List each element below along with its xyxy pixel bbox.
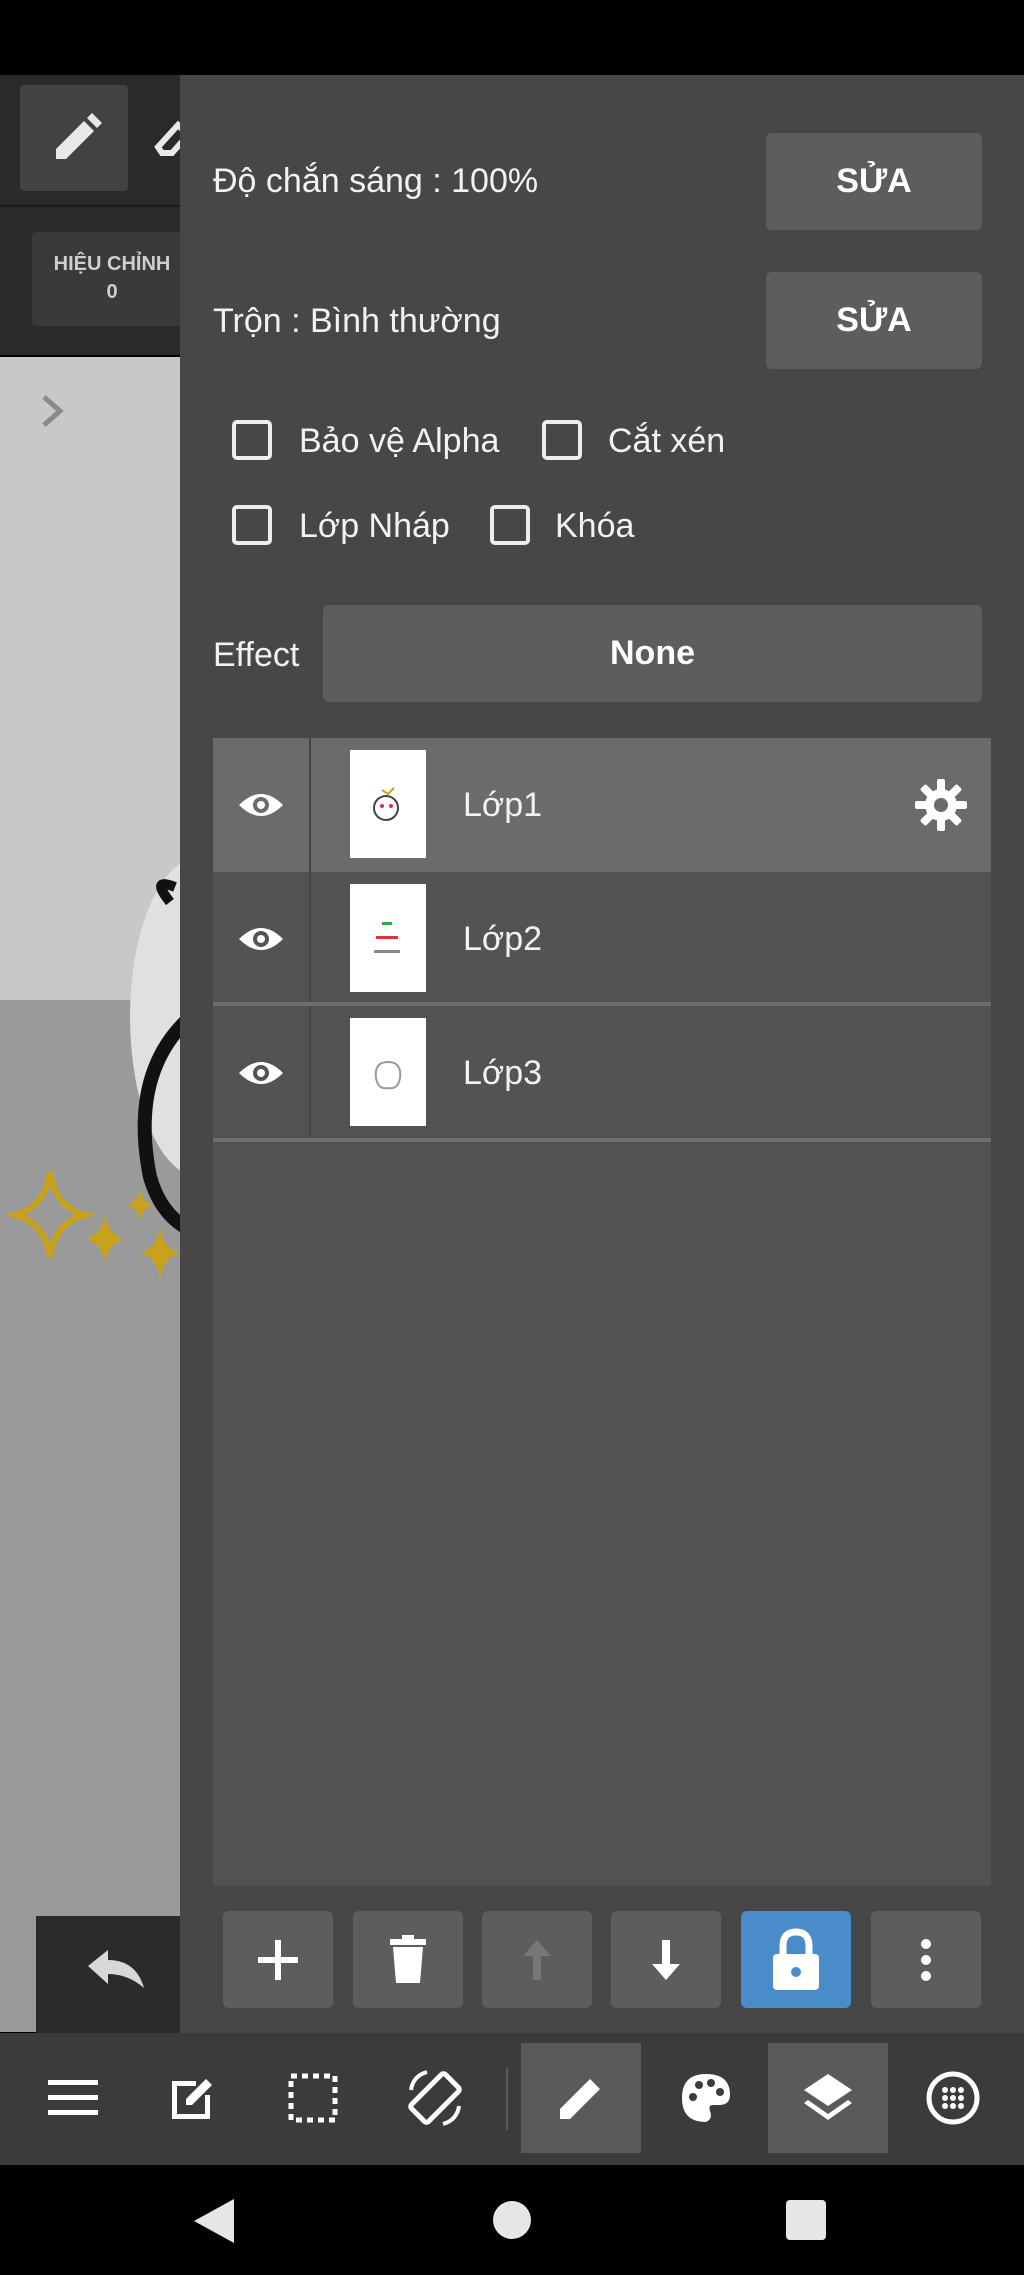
- layers-tab[interactable]: [768, 2043, 888, 2153]
- layer-row[interactable]: Lớp2: [213, 872, 991, 1006]
- arrow-down-icon: [652, 1939, 680, 1980]
- plus-icon: [258, 1939, 298, 1980]
- recents-icon: [786, 2200, 826, 2240]
- rotate-screen-icon: [408, 2070, 462, 2126]
- status-bar: [0, 0, 1024, 75]
- adjust-label: HIỆU CHỈNH: [53, 253, 171, 275]
- selection-icon: [288, 2073, 338, 2123]
- adjust-button[interactable]: HIỆU CHỈNH 0: [32, 232, 192, 326]
- expand-chevron-icon[interactable]: [36, 393, 72, 429]
- add-layer-button[interactable]: [223, 1911, 333, 2008]
- edit-button[interactable]: [138, 2043, 248, 2153]
- visibility-toggle[interactable]: [213, 738, 311, 872]
- layer-name: Lớp2: [463, 920, 543, 958]
- material-button[interactable]: [898, 2043, 1008, 2153]
- opacity-label: Độ chắn sáng : 100%: [213, 162, 539, 200]
- more-options-button[interactable]: [871, 1911, 981, 2008]
- pen-tool-button[interactable]: [20, 85, 128, 191]
- pen-tool-tab[interactable]: [521, 2043, 641, 2153]
- lock-icon: [773, 1927, 819, 1990]
- layer-thumbnail: [350, 750, 426, 858]
- clipping-checkbox[interactable]: [542, 420, 582, 460]
- effect-label: Effect: [213, 636, 300, 674]
- more-vertical-icon: [921, 1938, 931, 1981]
- opacity-edit-button[interactable]: SỬA: [766, 133, 982, 230]
- drawing-canvas[interactable]: [0, 357, 180, 2032]
- menu-button[interactable]: [18, 2043, 128, 2153]
- draft-layer-checkbox[interactable]: [232, 505, 272, 545]
- layer-row[interactable]: Lớp1: [213, 738, 991, 872]
- draft-layer-label: Lớp Nháp: [299, 507, 450, 545]
- back-icon: [194, 2199, 234, 2243]
- blend-edit-button[interactable]: SỬA: [766, 272, 982, 369]
- layer-settings-button[interactable]: [913, 777, 969, 833]
- menu-icon: [48, 2080, 98, 2115]
- layer-thumbnail: [350, 1018, 426, 1126]
- selection-button[interactable]: [258, 2043, 368, 2153]
- undo-icon: [88, 1950, 144, 1988]
- clipping-label: Cắt xén: [608, 422, 726, 460]
- divider: [0, 205, 180, 207]
- edit-icon: [172, 2079, 212, 2119]
- palette-icon: [682, 2074, 730, 2122]
- undo-button[interactable]: [36, 1916, 180, 2034]
- eye-icon: [239, 794, 283, 816]
- trash-icon: [390, 1934, 426, 1983]
- lock-checkbox[interactable]: [490, 505, 530, 545]
- canvas-artwork: [0, 863, 180, 2032]
- rotate-screen-button[interactable]: [380, 2043, 490, 2153]
- effect-select[interactable]: None: [323, 605, 982, 702]
- gear-icon: [915, 779, 967, 831]
- visibility-toggle[interactable]: [213, 872, 311, 1006]
- home-icon: [493, 2201, 531, 2239]
- move-layer-down-button[interactable]: [611, 1911, 721, 2008]
- palette-button[interactable]: [651, 2043, 761, 2153]
- recents-button[interactable]: [785, 2199, 827, 2246]
- layer-name: Lớp1: [463, 786, 543, 824]
- adjust-value: 0: [106, 281, 118, 303]
- layer-thumbnail: [350, 884, 426, 992]
- blend-label: Trộn : Bình thường: [213, 302, 501, 340]
- layers-icon: [804, 2074, 852, 2120]
- eye-icon: [239, 928, 283, 950]
- back-button[interactable]: [190, 2197, 236, 2250]
- pen-icon: [560, 2079, 600, 2119]
- alpha-protect-label: Bảo vệ Alpha: [299, 422, 500, 460]
- pen-icon: [56, 113, 102, 159]
- row-divider: [213, 1138, 991, 1142]
- lock-label: Khóa: [555, 507, 635, 545]
- home-button[interactable]: [491, 2199, 533, 2246]
- delete-layer-button[interactable]: [353, 1911, 463, 2008]
- visibility-toggle[interactable]: [213, 1006, 311, 1140]
- layer-name: Lớp3: [463, 1054, 543, 1092]
- layer-row[interactable]: Lớp3: [213, 1006, 991, 1140]
- toolbar-divider: [506, 2068, 508, 2130]
- material-icon: [926, 2071, 980, 2125]
- eye-icon: [239, 1062, 283, 1084]
- alpha-protect-checkbox[interactable]: [232, 420, 272, 460]
- arrow-up-icon: [523, 1939, 551, 1980]
- move-layer-up-button[interactable]: [482, 1911, 592, 2008]
- lock-layer-button[interactable]: [741, 1911, 851, 2008]
